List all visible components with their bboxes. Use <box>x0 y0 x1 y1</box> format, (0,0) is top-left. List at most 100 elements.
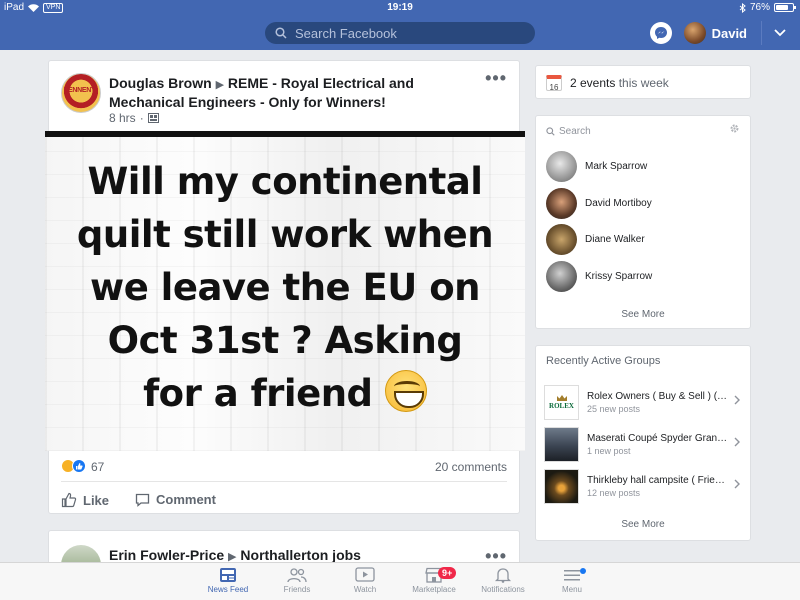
messenger-button[interactable] <box>649 22 672 44</box>
comment-label: Comment <box>156 492 216 507</box>
events-count: 2 events <box>570 76 616 90</box>
reaction-icons <box>61 459 86 473</box>
author-avatar[interactable]: TENNENT <box>61 73 101 113</box>
group-item[interactable]: ROLEX Rolex Owners ( Buy & Sell ) (… 25 … <box>544 381 742 423</box>
tab-marketplace[interactable]: Marketplace 9+ <box>394 567 474 594</box>
image-text-line: for a friend <box>143 372 373 415</box>
groups-see-more-link[interactable]: See More <box>536 519 750 530</box>
triangle-right-icon: ▶ <box>215 79 225 91</box>
post-actions: Like Comment <box>61 481 507 515</box>
menu-indicator-dot <box>580 568 586 574</box>
reactions-summary[interactable]: 67 20 comments <box>61 459 507 477</box>
like-button[interactable]: Like <box>61 492 109 508</box>
contact-name: Diane Walker <box>585 234 645 246</box>
nav-divider <box>761 21 762 45</box>
comment-icon <box>135 493 150 507</box>
contact-avatar <box>546 150 577 182</box>
groups-heading: Recently Active Groups <box>546 355 661 367</box>
post-author[interactable]: Douglas Brown <box>109 75 212 91</box>
grinning-emoji-icon <box>384 370 427 412</box>
post-image[interactable]: Will my continental quilt still work whe… <box>45 131 525 451</box>
chevron-right-icon <box>734 395 740 405</box>
contact-avatar <box>546 187 577 219</box>
profile-name[interactable]: David <box>712 26 747 41</box>
contact-item[interactable]: David Mortiboy <box>546 185 740 222</box>
post-time[interactable]: 8 hrs <box>109 111 136 125</box>
contacts-see-more-link[interactable]: See More <box>536 309 750 320</box>
battery-icon <box>774 3 796 12</box>
hamburger-menu-icon <box>564 570 580 581</box>
feed-post: TENNENT Douglas Brown ▶ REME - Royal Ele… <box>45 60 525 515</box>
tab-menu[interactable]: Menu <box>532 567 612 594</box>
group-new-posts: 25 new posts <box>587 403 641 414</box>
group-privacy-icon <box>147 113 159 123</box>
post-title: Erin Fowler-Price ▶ Northallerton jobs <box>109 547 361 563</box>
tab-watch[interactable]: Watch <box>325 567 405 594</box>
chevron-down-icon[interactable] <box>774 29 786 37</box>
contact-avatar <box>546 260 577 292</box>
post-image-text: Will my continental quilt still work whe… <box>45 155 525 420</box>
more-options-icon[interactable]: ••• <box>485 69 507 87</box>
group-thumbnail <box>544 468 579 504</box>
events-summary: 2 events this week <box>570 76 669 90</box>
friends-icon <box>287 568 307 583</box>
contacts-card: Search Mark Sparrow David Mortiboy Diane… <box>535 115 751 329</box>
calendar-day: 16 <box>549 83 559 92</box>
comments-count[interactable]: 20 comments <box>435 460 507 474</box>
image-text-line: Will my continental <box>87 160 483 203</box>
watch-video-icon <box>355 567 375 582</box>
gear-icon[interactable] <box>729 123 740 134</box>
crown-icon <box>556 395 567 401</box>
battery-fill <box>776 5 788 10</box>
contact-item[interactable]: Mark Sparrow <box>546 148 740 185</box>
status-right: 76% <box>739 2 796 13</box>
group-new-posts: 1 new post <box>587 445 631 456</box>
contacts-search-placeholder: Search <box>559 125 591 137</box>
contact-item[interactable]: Diane Walker <box>546 221 740 258</box>
post-author[interactable]: Erin Fowler-Price <box>109 547 224 563</box>
tab-label: Notifications <box>481 585 525 594</box>
rolex-logo-text: ROLEX <box>549 402 574 410</box>
bluetooth-icon <box>739 2 746 13</box>
chevron-right-icon <box>734 479 740 489</box>
search-icon <box>275 27 287 39</box>
search-input[interactable] <box>295 25 515 41</box>
groups-list: ROLEX Rolex Owners ( Buy & Sell ) (… 25 … <box>544 381 742 507</box>
bell-icon <box>494 568 512 583</box>
tab-news-feed[interactable]: News Feed <box>188 567 268 594</box>
image-text-line: we leave the EU on <box>90 266 480 309</box>
contact-name: David Mortiboy <box>585 197 652 209</box>
like-reaction-icon <box>72 459 86 473</box>
group-name: Thirkleby hall campsite ( Frie… <box>587 474 725 486</box>
contacts-list: Mark Sparrow David Mortiboy Diane Walker… <box>546 148 740 295</box>
tab-label: News Feed <box>207 585 249 594</box>
bottom-tab-bar: News Feed Friends Watch Marketplace 9+ N… <box>0 562 800 600</box>
group-new-posts: 12 new posts <box>587 487 641 498</box>
more-options-icon[interactable]: ••• <box>485 547 507 565</box>
thumbs-up-icon <box>61 492 77 508</box>
group-item[interactable]: Thirkleby hall campsite ( Frie… 12 new p… <box>544 465 742 507</box>
notification-badge: 9+ <box>438 567 457 579</box>
chevron-right-icon <box>734 437 740 447</box>
like-label: Like <box>83 492 110 508</box>
image-text-line: Oct 31st ? Asking <box>107 319 463 362</box>
group-name: Maserati Coupé Spyder Gran… <box>587 432 728 444</box>
contacts-search[interactable]: Search <box>546 123 740 139</box>
search-bar[interactable] <box>265 22 535 44</box>
post-group[interactable]: Northallerton jobs <box>240 547 361 563</box>
contact-item[interactable]: Krissy Sparrow <box>546 258 740 295</box>
contact-name: Mark Sparrow <box>585 160 648 172</box>
profile-avatar[interactable] <box>683 22 706 44</box>
post-title: Douglas Brown ▶ REME - Royal Electrical … <box>109 75 489 111</box>
tab-label: Menu <box>561 585 582 594</box>
events-card[interactable]: 16 2 events this week <box>535 65 751 99</box>
tab-notifications[interactable]: Notifications <box>463 567 543 594</box>
image-text-line: quilt still work when <box>76 213 494 256</box>
search-icon <box>546 126 555 136</box>
avatar-logo-text: TENNENT <box>64 87 95 94</box>
tab-label: Friends <box>283 585 311 594</box>
reaction-count: 67 <box>91 460 105 474</box>
events-suffix: this week <box>618 76 669 90</box>
group-item[interactable]: Maserati Coupé Spyder Gran… 1 new post <box>544 423 742 465</box>
comment-button[interactable]: Comment <box>135 492 216 507</box>
